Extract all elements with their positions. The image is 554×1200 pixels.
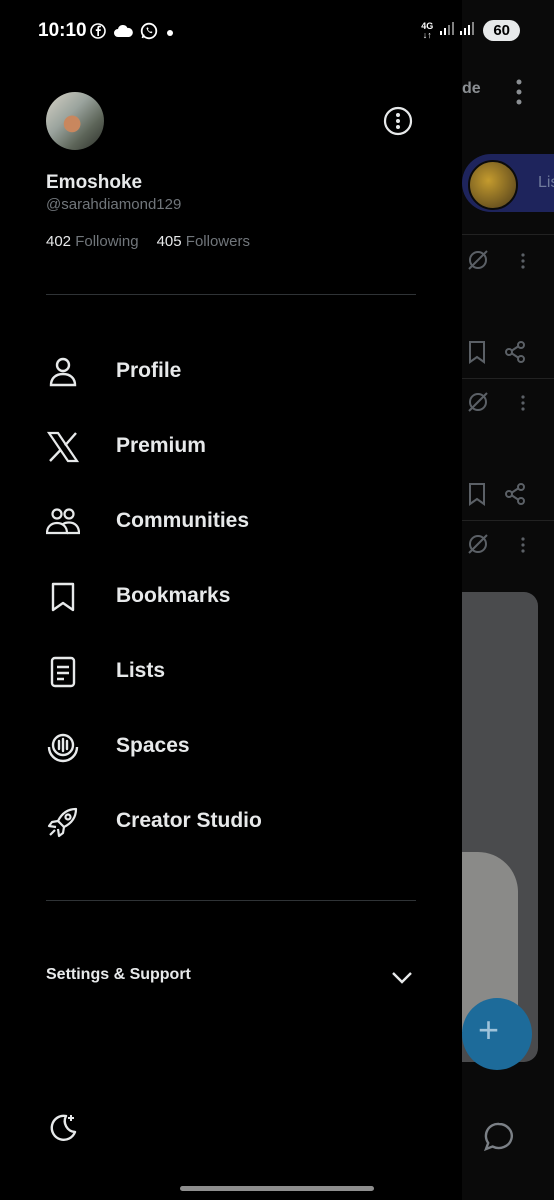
whatsapp-icon bbox=[140, 22, 158, 45]
menu-item-lists[interactable]: Lists bbox=[0, 635, 462, 710]
communities-icon bbox=[45, 505, 81, 539]
navigation-drawer: Emoshoke @sarahdiamond129 402 Following … bbox=[0, 0, 462, 1200]
bookmark-icon[interactable] bbox=[466, 482, 488, 511]
menu-item-label: Spaces bbox=[116, 734, 190, 757]
bookmark-icon bbox=[46, 580, 80, 614]
gesture-home-bar[interactable] bbox=[180, 1186, 374, 1191]
list-icon bbox=[46, 655, 80, 689]
menu-item-profile[interactable]: Profile bbox=[0, 335, 462, 410]
compose-fab-button[interactable]: + bbox=[462, 998, 532, 1070]
theme-toggle-moon-icon[interactable] bbox=[46, 1110, 80, 1149]
following-count: 402 bbox=[46, 233, 72, 250]
feed-listening-pill[interactable]: Lis bbox=[462, 154, 554, 212]
divider bbox=[46, 294, 416, 295]
feed-more-icon[interactable] bbox=[514, 78, 524, 111]
share-icon[interactable] bbox=[504, 482, 526, 511]
grok-icon[interactable] bbox=[466, 248, 490, 277]
background-feed: de Lis bbox=[462, 0, 554, 1200]
cloud-icon bbox=[113, 24, 133, 43]
facebook-icon bbox=[90, 23, 106, 44]
follow-stats: 402 Following 405 Followers bbox=[46, 233, 250, 250]
share-icon[interactable] bbox=[504, 340, 526, 369]
x-logo-icon bbox=[46, 430, 80, 464]
menu-item-communities[interactable]: Communities bbox=[0, 485, 462, 560]
menu-item-premium[interactable]: Premium bbox=[0, 410, 462, 485]
menu-item-label: Profile bbox=[116, 359, 182, 382]
account-more-icon[interactable] bbox=[383, 106, 413, 136]
menu-item-label: Lists bbox=[116, 659, 166, 682]
tweet-more-icon[interactable] bbox=[520, 536, 526, 559]
spaces-icon bbox=[46, 730, 80, 764]
grok-icon[interactable] bbox=[466, 390, 490, 419]
chevron-down-icon bbox=[390, 968, 414, 991]
plus-icon: + bbox=[478, 1009, 500, 1050]
feed-divider bbox=[462, 378, 554, 379]
feed-divider bbox=[462, 520, 554, 521]
rocket-icon bbox=[46, 805, 80, 839]
avatar[interactable] bbox=[46, 92, 104, 150]
feed-pill-text: Lis bbox=[538, 174, 554, 191]
followers-link[interactable]: 405 Followers bbox=[157, 233, 250, 250]
feed-pill-avatar bbox=[468, 160, 518, 210]
settings-support-toggle[interactable]: Settings & Support bbox=[46, 966, 416, 992]
menu-item-label: Premium bbox=[116, 434, 206, 457]
menu-item-creator-studio[interactable]: Creator Studio bbox=[0, 785, 462, 860]
menu-item-label: Communities bbox=[116, 509, 250, 532]
status-time: 10:10 bbox=[38, 20, 87, 41]
menu-item-spaces[interactable]: Spaces bbox=[0, 710, 462, 785]
feed-media-image[interactable] bbox=[462, 592, 538, 1062]
settings-support-label: Settings & Support bbox=[46, 966, 191, 983]
network-type: 4G ↓↑ bbox=[421, 20, 434, 40]
following-label: Following bbox=[75, 233, 139, 250]
notification-dot-icon bbox=[165, 25, 175, 43]
following-link[interactable]: 402 Following bbox=[46, 233, 139, 250]
followers-label: Followers bbox=[185, 233, 250, 250]
divider bbox=[46, 900, 416, 901]
menu-item-bookmarks[interactable]: Bookmarks bbox=[0, 560, 462, 635]
feed-divider bbox=[462, 234, 554, 235]
account-name[interactable]: Emoshoke bbox=[46, 172, 142, 194]
messages-icon[interactable] bbox=[482, 1120, 516, 1159]
tweet-more-icon[interactable] bbox=[520, 252, 526, 275]
account-handle: @sarahdiamond129 bbox=[46, 196, 182, 213]
status-bar: 10:10 4G ↓↑ 60 bbox=[0, 0, 554, 64]
feed-header-fragment: de bbox=[462, 80, 481, 97]
followers-count: 405 bbox=[156, 233, 182, 250]
tweet-more-icon[interactable] bbox=[520, 394, 526, 417]
signal-icon bbox=[439, 20, 477, 41]
bookmark-icon[interactable] bbox=[466, 340, 488, 369]
menu-item-label: Bookmarks bbox=[116, 584, 231, 607]
menu-item-label: Creator Studio bbox=[116, 809, 262, 832]
battery-indicator: 60 bbox=[483, 20, 520, 41]
person-icon bbox=[46, 355, 80, 389]
grok-icon[interactable] bbox=[466, 532, 490, 561]
